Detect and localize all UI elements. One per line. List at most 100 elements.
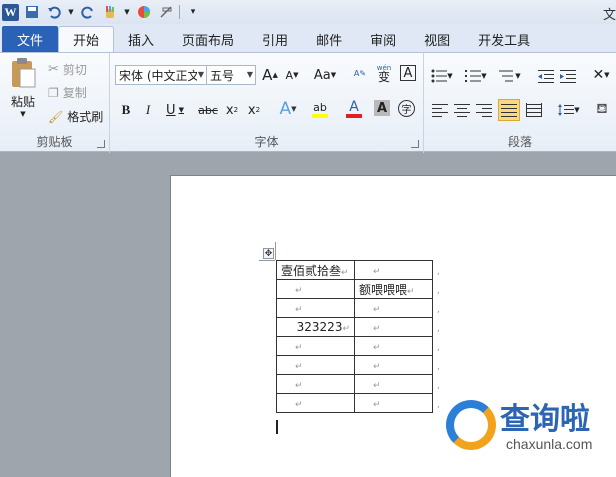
magnifier-icon bbox=[446, 400, 496, 450]
tab-references[interactable]: 引用 bbox=[248, 26, 302, 52]
clipboard-group: 粘贴 ▼ ✂ 剪切 ❐ 复制 🖌 格式刷 剪贴板 bbox=[0, 53, 110, 153]
character-border-button[interactable]: A bbox=[400, 65, 416, 81]
cut-button[interactable]: ✂ 剪切 bbox=[48, 61, 87, 78]
justify-button[interactable] bbox=[498, 99, 520, 121]
shading-button[interactable]: ⛾ bbox=[592, 100, 612, 120]
multilevel-list-button[interactable]: ▼ bbox=[498, 66, 522, 86]
table-cell[interactable]: 壹佰贰拾叁↵ bbox=[276, 260, 355, 280]
text-effects-button[interactable]: A ▼ bbox=[274, 99, 302, 119]
grow-font-button[interactable]: A ▲ bbox=[260, 65, 280, 85]
change-case-button[interactable]: Aa ▼ bbox=[312, 65, 338, 85]
tab-view[interactable]: 视图 bbox=[410, 26, 464, 52]
watermark-brand: 查询啦 bbox=[500, 402, 590, 437]
chinese-layout-button[interactable]: ✕ ▼ bbox=[588, 65, 614, 85]
underline-button[interactable]: U ▼ bbox=[162, 100, 188, 120]
cell-end-mark: ↵ bbox=[295, 362, 303, 372]
italic-button[interactable]: I bbox=[138, 100, 158, 120]
enclose-characters-button[interactable]: 字 bbox=[398, 100, 415, 117]
undo-icon[interactable] bbox=[45, 3, 63, 21]
distributed-button[interactable] bbox=[524, 100, 544, 120]
strikethrough-button[interactable]: abc bbox=[196, 100, 220, 120]
paste-button[interactable]: 粘贴 ▼ bbox=[6, 57, 40, 133]
phonetic-guide-button[interactable]: wén 变 bbox=[374, 63, 394, 83]
align-center-button[interactable] bbox=[452, 100, 472, 120]
clear-format-icon[interactable] bbox=[157, 3, 175, 21]
brush-icon: 🖌 bbox=[48, 109, 64, 124]
align-center-icon bbox=[454, 104, 470, 117]
highlight-button[interactable]: ab bbox=[306, 99, 334, 119]
save-icon[interactable] bbox=[23, 3, 41, 21]
tab-review[interactable]: 审阅 bbox=[356, 26, 410, 52]
qat-dropdown-icon[interactable]: ▼ bbox=[123, 3, 131, 21]
row-end-mark: , bbox=[437, 267, 440, 277]
font-family-dropdown-icon[interactable]: ▼ bbox=[198, 70, 204, 79]
table-cell[interactable]: ↵ bbox=[354, 260, 433, 280]
font-size-dropdown-icon[interactable]: ▼ bbox=[247, 70, 253, 79]
tab-insert[interactable]: 插入 bbox=[114, 26, 168, 52]
numbering-button[interactable]: ▼ bbox=[464, 66, 488, 86]
table-cell[interactable]: ↵ bbox=[276, 355, 355, 375]
cell-end-mark: ↵ bbox=[295, 400, 303, 410]
table-cell[interactable]: ↵ bbox=[354, 393, 433, 413]
superscript-button[interactable]: x2 bbox=[244, 100, 264, 120]
font-launcher-icon[interactable] bbox=[411, 140, 419, 148]
cell-text: 323223 bbox=[296, 320, 343, 334]
table-cell[interactable]: 323223↵ bbox=[276, 317, 355, 337]
font-size-select[interactable]: 五号 ▼ bbox=[206, 65, 256, 85]
align-left-button[interactable] bbox=[430, 100, 450, 120]
document-table[interactable]: 壹佰贰拾叁↵ ↵, ↵ 额喂喂喂↵, ↵ ↵, 323223↵ ↵, ↵ ↵, ↵ ↵, ↵ ↵, ↵ ↵, bbox=[276, 260, 445, 413]
paste-dropdown-icon[interactable]: ▼ bbox=[20, 110, 25, 118]
align-right-button[interactable] bbox=[474, 100, 494, 120]
table-cell[interactable]: ↵ bbox=[276, 336, 355, 356]
customize-qat-icon[interactable]: ▾ bbox=[184, 3, 202, 21]
table-cell[interactable]: ↵ bbox=[354, 355, 433, 375]
increase-indent-button[interactable] bbox=[558, 66, 578, 86]
copy-button[interactable]: ❐ 复制 bbox=[48, 84, 87, 101]
cell-end-mark: ↵ bbox=[341, 267, 349, 278]
shrink-font-button[interactable]: A ▼ bbox=[282, 65, 302, 85]
row-end-mark: , bbox=[437, 305, 440, 315]
font-color-button[interactable]: A bbox=[340, 99, 368, 119]
tab-file[interactable]: 文件 bbox=[2, 26, 58, 52]
table-cell[interactable]: ↵ bbox=[276, 279, 355, 299]
table-cell[interactable]: ↵ bbox=[354, 298, 433, 318]
table-cell[interactable]: ↵ bbox=[276, 374, 355, 394]
table-cell[interactable]: ↵ bbox=[354, 374, 433, 394]
clear-formatting-button[interactable]: A✎ bbox=[350, 63, 370, 83]
copy-icon: ❐ bbox=[48, 85, 59, 100]
font-color-bar bbox=[346, 114, 362, 118]
clipboard-launcher-icon[interactable] bbox=[97, 140, 105, 148]
tab-mailings[interactable]: 邮件 bbox=[302, 26, 356, 52]
decrease-indent-button[interactable] bbox=[536, 66, 556, 86]
color-wheel-icon[interactable] bbox=[135, 3, 153, 21]
underline-icon: U bbox=[166, 102, 176, 118]
table-cell[interactable]: 额喂喂喂↵ bbox=[354, 279, 433, 299]
table-row: 323223↵ ↵, bbox=[276, 317, 445, 337]
highlight-color-bar bbox=[312, 113, 328, 118]
clear-formatting-icon: A✎ bbox=[353, 68, 367, 78]
paint-bucket-icon: ⛾ bbox=[596, 101, 608, 117]
table-cell[interactable]: ↵ bbox=[354, 336, 433, 356]
table-cell[interactable]: ↵ bbox=[354, 317, 433, 337]
paste-icon bbox=[12, 58, 36, 88]
font-size-value: 五号 bbox=[210, 68, 235, 83]
bullets-button[interactable]: ▼ bbox=[430, 66, 454, 86]
line-spacing-button[interactable]: ▼ bbox=[556, 100, 582, 120]
hand-icon[interactable] bbox=[101, 3, 119, 21]
bold-icon: B bbox=[121, 102, 131, 117]
undo-dropdown-icon[interactable]: ▼ bbox=[67, 3, 75, 21]
bold-button[interactable]: B bbox=[116, 100, 136, 120]
tab-developer[interactable]: 开发工具 bbox=[464, 26, 544, 52]
enclose-characters-icon: 字 bbox=[401, 105, 412, 116]
format-painter-button[interactable]: 🖌 格式刷 bbox=[48, 108, 103, 125]
tab-home[interactable]: 开始 bbox=[58, 26, 115, 52]
tab-page-layout[interactable]: 页面布局 bbox=[168, 26, 248, 52]
redo-icon[interactable] bbox=[79, 3, 97, 21]
table-cell[interactable]: ↵ bbox=[276, 298, 355, 318]
font-family-select[interactable]: 宋体 (中文正文 ▼ bbox=[115, 65, 207, 85]
table-move-handle[interactable]: ✥ bbox=[263, 248, 274, 259]
word-app-icon[interactable]: W bbox=[2, 3, 19, 21]
character-shading-button[interactable]: A bbox=[374, 100, 390, 116]
table-cell[interactable]: ↵ bbox=[276, 393, 355, 413]
subscript-button[interactable]: x2 bbox=[222, 100, 242, 120]
